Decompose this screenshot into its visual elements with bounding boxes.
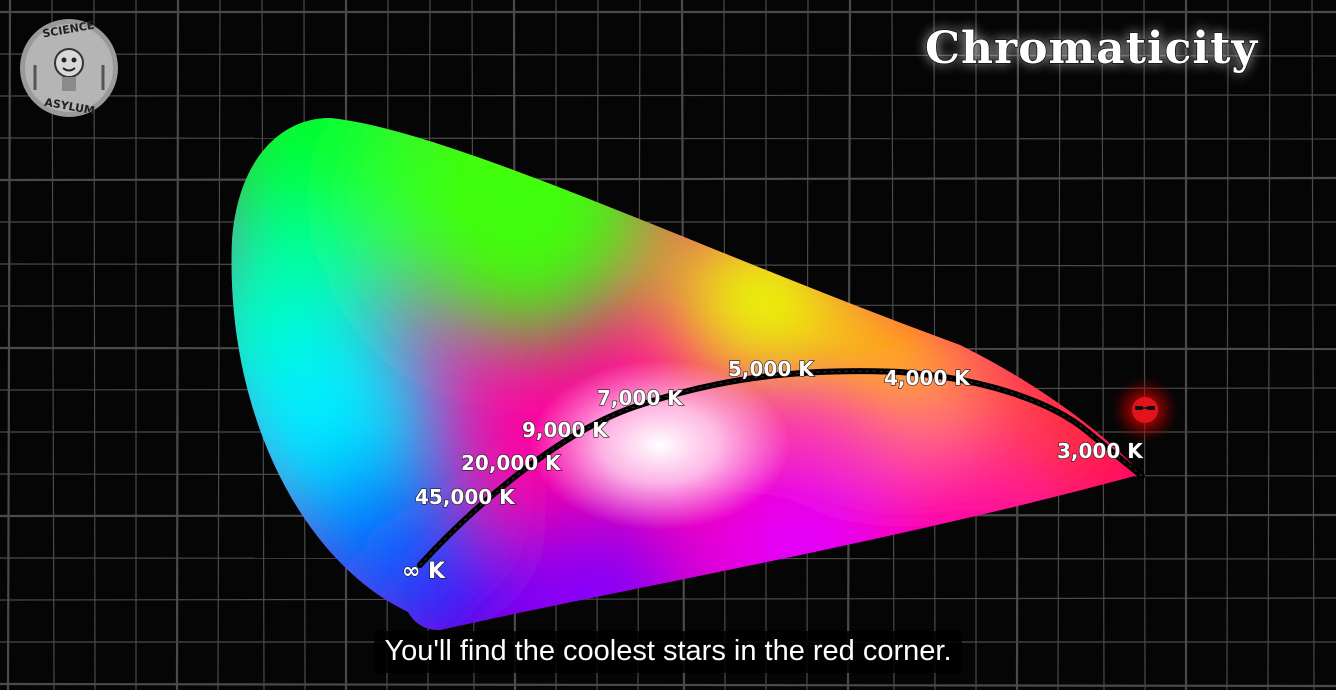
grid-line-vertical bbox=[175, 0, 180, 690]
grid-line-vertical bbox=[1101, 0, 1105, 690]
grid-line-horizontal bbox=[0, 176, 1336, 182]
grid-line-vertical bbox=[1057, 0, 1061, 690]
grid-line-vertical bbox=[217, 0, 221, 690]
temp-label-20000: 20,000 K bbox=[461, 451, 562, 475]
red-star-face-icon bbox=[1111, 376, 1179, 444]
temp-label-45000: 45,000 K bbox=[415, 485, 516, 509]
grid-line-vertical bbox=[1143, 0, 1146, 690]
grid-line-vertical bbox=[1226, 0, 1229, 690]
grid-line-vertical bbox=[1015, 0, 1020, 690]
temp-label-5000: 5,000 K bbox=[728, 357, 815, 381]
temp-label-inf: ∞ K bbox=[402, 559, 446, 584]
grid-line-horizontal bbox=[0, 682, 1336, 688]
page-title: Chromaticity Chromaticity bbox=[924, 22, 1258, 75]
grid-line-vertical bbox=[1311, 0, 1315, 690]
chromaticity-diagram: ∞ K 45,000 K 20,000 K 9,000 K 7,000 K 5,… bbox=[0, 0, 1336, 690]
grid-line-horizontal bbox=[0, 94, 1336, 97]
science-asylum-logo-icon: SCIENCE ASYLUM bbox=[20, 19, 118, 117]
grid-line-vertical bbox=[1267, 0, 1271, 690]
temp-label-3000: 3,000 K bbox=[1057, 439, 1144, 463]
grid-line-horizontal bbox=[0, 597, 1336, 601]
grid-line-vertical bbox=[6, 0, 12, 690]
temp-label-4000: 4,000 K bbox=[884, 366, 971, 390]
temp-label-9000: 9,000 K bbox=[522, 418, 609, 442]
caption-bar: You'll find the coolest stars in the red… bbox=[0, 630, 1336, 674]
grid-line-horizontal bbox=[0, 137, 1336, 140]
temp-label-7000: 7,000 K bbox=[597, 386, 684, 410]
chromaticity-gamut bbox=[231, 118, 1142, 630]
svg-text:Chromaticity: Chromaticity bbox=[925, 23, 1258, 74]
subtitle-caption: You'll find the coolest stars in the red… bbox=[374, 631, 962, 673]
